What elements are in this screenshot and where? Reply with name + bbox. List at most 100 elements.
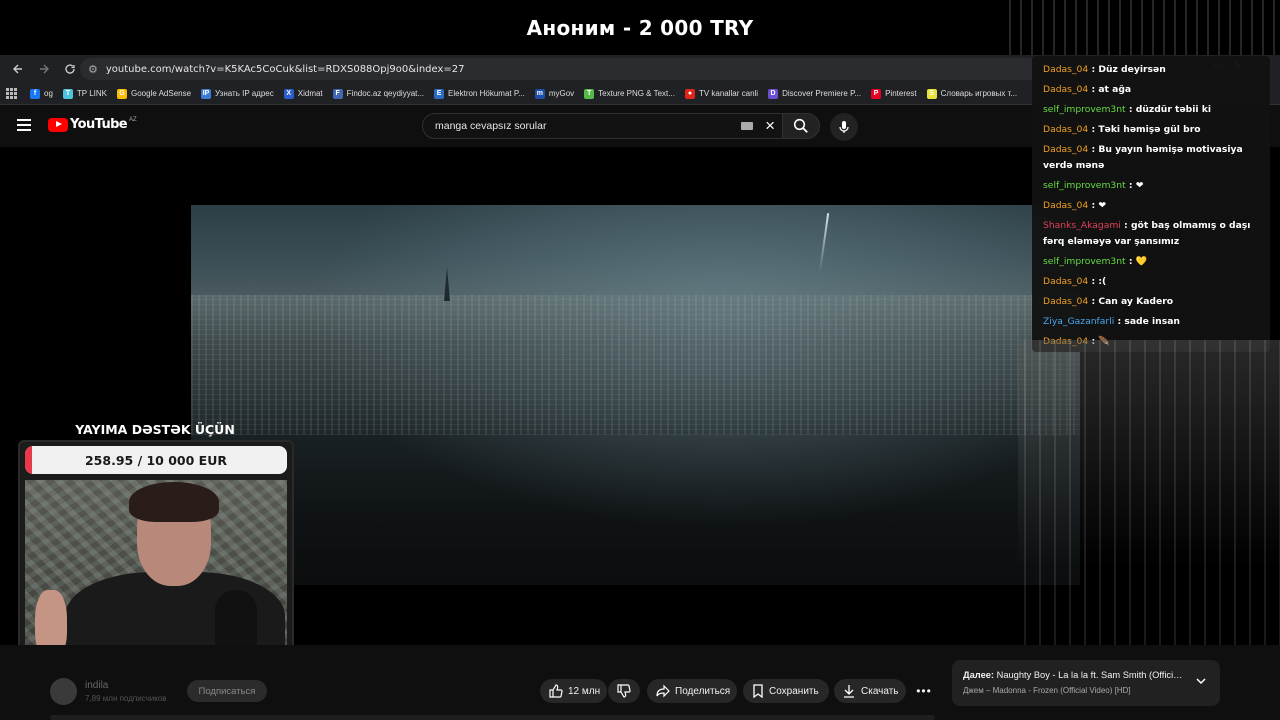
bookmark-item[interactable]: T Texture PNG & Text...	[584, 88, 675, 99]
youtube-play-icon	[48, 117, 68, 132]
bookmark-label: og	[44, 89, 53, 98]
chat-username: Dadas_04	[1043, 64, 1089, 75]
chat-text: 💛	[1135, 256, 1148, 267]
chat-separator: :	[1125, 180, 1136, 191]
chat-message: Shanks_Akagami : göt baş olmamış o daşı …	[1043, 216, 1262, 252]
screen: Аноним - 2 000 TRY ⚙ youtube.com/watch?v…	[0, 0, 1280, 720]
voice-search-button[interactable]	[830, 113, 858, 141]
clear-search-icon[interactable]: ×	[765, 116, 775, 136]
bookmark-label: Словарь игровых т...	[940, 89, 1018, 98]
chat-username: Dadas_04	[1043, 296, 1089, 307]
chat-username: self_improvem3nt	[1043, 180, 1126, 191]
channel-avatar[interactable]	[50, 678, 77, 705]
next-up-title: Далее: Naughty Boy - La la la ft. Sam Sm…	[963, 670, 1183, 680]
more-actions-button[interactable]: •••	[912, 679, 936, 703]
chat-username: Dadas_04	[1043, 200, 1089, 211]
subscriber-count: 7,89 млн подписчиков	[85, 694, 167, 703]
search-button[interactable]	[782, 113, 820, 139]
like-button[interactable]: 12 млн	[540, 679, 607, 703]
bookmark-item[interactable]: T TP LINK	[62, 88, 107, 99]
bookmark-item[interactable]: G Google AdSense	[117, 88, 192, 99]
bookmark-item[interactable]: m myGov	[534, 88, 575, 99]
chat-username: Dadas_04	[1043, 276, 1089, 287]
donation-goal-bar: 258.95 / 10 000 EUR	[25, 446, 287, 474]
chat-message: Dadas_04 : at ağa	[1043, 80, 1262, 100]
description-collapsed-strip	[50, 715, 935, 720]
keyboard-icon[interactable]	[741, 122, 753, 130]
dislike-button[interactable]	[608, 679, 640, 703]
address-bar[interactable]: ⚙ youtube.com/watch?v=K5KAc5CoCuk&list=R…	[80, 58, 1040, 80]
video-tower-silhouette	[444, 267, 450, 301]
share-button[interactable]: Поделиться	[647, 679, 737, 703]
forward-button[interactable]	[32, 57, 56, 81]
chat-message: Dadas_04 : Düz deyirsən	[1043, 60, 1262, 80]
download-icon	[844, 685, 854, 698]
chat-separator: :	[1125, 256, 1136, 267]
chat-separator: :	[1088, 84, 1099, 95]
apps-grid-icon[interactable]	[6, 87, 18, 100]
bookmark-item[interactable]: X Xidmat	[283, 88, 323, 99]
share-icon	[656, 684, 670, 698]
chevron-down-icon[interactable]	[1194, 674, 1208, 688]
arrow-right-icon	[40, 64, 49, 74]
bookmark-item[interactable]: f og	[30, 88, 53, 99]
chat-username: self_improvem3nt	[1043, 104, 1126, 115]
chat-text: ❤	[1135, 180, 1144, 191]
bookmark-item[interactable]: D Discover Premiere P...	[768, 88, 862, 99]
save-label: Сохранить	[769, 685, 819, 697]
bookmark-label: TP LINK	[76, 89, 107, 98]
video-city-scene	[191, 295, 1080, 435]
stream-chat-overlay: Dadas_04 : Düz deyirsən Dadas_04 : at ağa…	[1032, 56, 1270, 352]
chat-separator: :	[1088, 296, 1099, 307]
bookmark-favicon-icon: IP	[201, 88, 212, 99]
chat-text: :(	[1098, 276, 1107, 287]
chat-message-list: Dadas_04 : Düz deyirsən Dadas_04 : at ağa…	[1043, 60, 1262, 352]
thumbs-up-icon	[549, 684, 563, 698]
reload-button[interactable]	[58, 57, 82, 81]
download-button[interactable]: Скачать	[834, 679, 906, 703]
bookmark-favicon-icon: m	[534, 88, 545, 99]
bookmark-label: Elektron Hökumat P...	[448, 89, 525, 98]
download-label: Скачать	[861, 685, 899, 697]
hamburger-menu-icon[interactable]	[17, 119, 31, 131]
bookmark-item[interactable]: F Findoc.az qeydiyyat...	[332, 88, 425, 99]
back-button[interactable]	[6, 57, 30, 81]
bookmark-label: Discover Premiere P...	[782, 89, 862, 98]
bookmark-item[interactable]: P Pinterest	[871, 88, 917, 99]
bookmark-label: myGov	[548, 89, 575, 98]
next-up-card[interactable]: Далее: Naughty Boy - La la la ft. Sam Sm…	[952, 660, 1220, 706]
bookmark-item[interactable]: ● TV kanallar canli	[684, 88, 758, 99]
chat-message: Dadas_04 : :(	[1043, 272, 1262, 292]
bookmark-label: Google AdSense	[131, 89, 192, 98]
bookmark-label: Findoc.az qeydiyyat...	[346, 89, 425, 98]
bookmark-favicon-icon: S	[926, 88, 937, 99]
subscribe-button[interactable]: Подписаться	[187, 680, 267, 702]
site-info-icon[interactable]: ⚙	[88, 63, 98, 76]
more-horizontal-icon: •••	[916, 684, 932, 698]
search-icon	[793, 118, 808, 133]
webcam-feed	[25, 480, 287, 672]
chat-text: düzdür təbii ki	[1135, 104, 1212, 115]
chat-username: self_improvem3nt	[1043, 256, 1126, 267]
bookmark-item[interactable]: IP Узнать IP адрес	[201, 88, 274, 99]
video-frame[interactable]	[191, 205, 1080, 585]
save-button[interactable]: Сохранить	[743, 679, 829, 703]
donation-goal-title: YAYIMA DƏSTƏK ÜÇÜN	[75, 422, 235, 437]
chat-separator: :	[1120, 220, 1131, 231]
chat-separator: :	[1088, 124, 1099, 135]
bookmark-item[interactable]: E Elektron Hökumat P...	[434, 88, 525, 99]
chat-text: ❤	[1098, 200, 1107, 211]
bookmark-item[interactable]: S Словарь игровых т...	[926, 88, 1018, 99]
url-text: youtube.com/watch?v=K5KAc5CoCuk&list=RDX…	[105, 63, 465, 75]
search-input[interactable]: manga cevapsız sorular ×	[422, 113, 784, 139]
chat-text: Təki həmişə gül bro	[1098, 124, 1201, 135]
donation-alert-text: Аноним - 2 000 TRY	[526, 15, 754, 40]
chat-message: self_improvem3nt : düzdür təbii ki	[1043, 100, 1262, 120]
youtube-logo[interactable]: YouTube AZ	[48, 117, 137, 132]
bookmark-favicon-icon: D	[768, 88, 779, 99]
bookmark-favicon-icon: T	[62, 88, 73, 99]
chat-username: Dadas_04	[1043, 84, 1089, 95]
channel-name[interactable]: indila	[85, 680, 108, 691]
webcam-widget: 258.95 / 10 000 EUR	[18, 440, 294, 676]
chat-message: Dadas_04 : ❤	[1043, 196, 1262, 216]
